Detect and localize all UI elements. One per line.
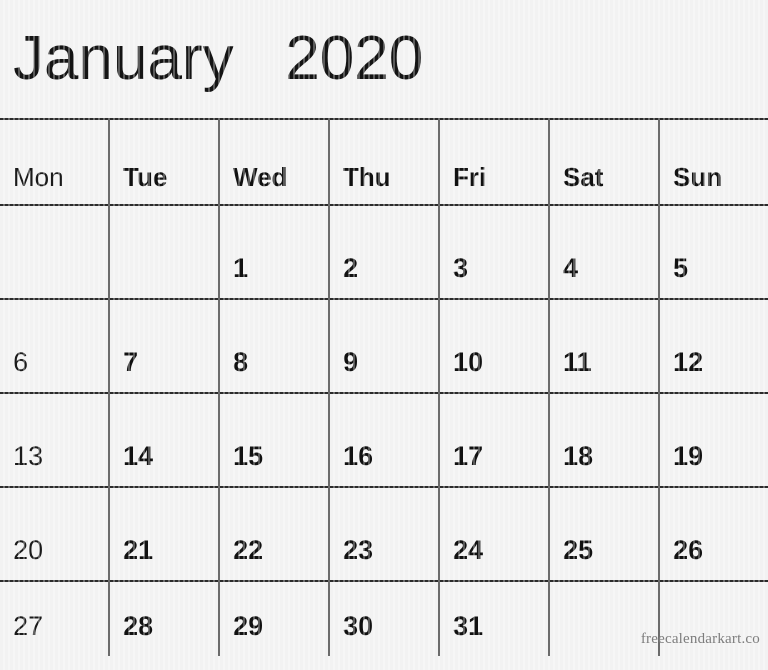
day-number: 27 — [13, 611, 44, 641]
page-title: January 2020 — [13, 24, 424, 93]
day-cell[interactable]: 10 — [440, 298, 550, 392]
day-number: 16 — [343, 441, 374, 471]
day-cell[interactable]: 9 — [330, 298, 440, 392]
weekday-header-tue: Tue — [110, 118, 220, 204]
day-cell[interactable]: 23 — [330, 486, 440, 580]
day-cell[interactable]: 8 — [220, 298, 330, 392]
day-cell[interactable]: 28 — [110, 580, 220, 656]
day-number: 5 — [673, 253, 689, 283]
day-cell[interactable]: 24 — [440, 486, 550, 580]
day-number: 7 — [123, 347, 139, 377]
site-watermark: freecalendarkart.co — [640, 631, 760, 647]
day-number: 18 — [563, 441, 594, 471]
day-cell[interactable]: 26 — [660, 486, 768, 580]
day-cell[interactable]: 4 — [550, 204, 660, 298]
day-number: 1 — [233, 253, 249, 283]
day-number: 21 — [123, 535, 154, 565]
day-number: 13 — [13, 441, 44, 471]
day-cell[interactable]: 20 — [0, 486, 110, 580]
day-number: 12 — [673, 347, 704, 377]
day-cell[interactable]: 27 — [0, 580, 110, 656]
weekday-header-thu: Thu — [330, 118, 440, 204]
day-number: 4 — [563, 253, 579, 283]
weekday-header-fri: Fri — [440, 118, 550, 204]
day-cell[interactable]: 18 — [550, 392, 660, 486]
weekday-header-label: Sat — [563, 162, 604, 192]
day-cell[interactable]: 7 — [110, 298, 220, 392]
day-cell[interactable] — [0, 204, 110, 298]
day-cell[interactable]: 11 — [550, 298, 660, 392]
weekday-header-label: Sun — [673, 162, 723, 192]
weekday-header-mon: Mon — [0, 118, 110, 204]
day-number: 28 — [123, 611, 154, 641]
day-number: 9 — [343, 347, 359, 377]
day-number: 8 — [233, 347, 249, 377]
weekday-header-sun: Sun — [660, 118, 768, 204]
day-cell[interactable]: 5 — [660, 204, 768, 298]
calendar-grid: Mon Tue Wed Thu Fri Sat Sun 1 2 3 4 5 6 … — [0, 118, 768, 656]
day-number: 30 — [343, 611, 374, 641]
day-number: 26 — [673, 535, 704, 565]
calendar-title-bar: January 2020 — [0, 0, 768, 118]
weekday-header-label: Fri — [453, 162, 487, 192]
day-number: 10 — [453, 347, 484, 377]
day-number: 22 — [233, 535, 264, 565]
day-number: 6 — [13, 347, 29, 377]
calendar-page: January 2020 Mon Tue Wed Thu Fri Sat Sun — [0, 0, 768, 670]
day-number: 24 — [453, 535, 484, 565]
day-cell[interactable]: 1 — [220, 204, 330, 298]
day-cell[interactable]: 15 — [220, 392, 330, 486]
day-number: 25 — [563, 535, 594, 565]
day-number: 2 — [343, 253, 359, 283]
day-number: 11 — [563, 347, 592, 377]
weekday-header-label: Mon — [13, 162, 64, 192]
day-cell[interactable]: 3 — [440, 204, 550, 298]
weekday-header-label: Tue — [123, 162, 168, 192]
day-number: 19 — [673, 441, 704, 471]
day-number: 15 — [233, 441, 264, 471]
day-number: 14 — [123, 441, 154, 471]
day-cell[interactable]: 30 — [330, 580, 440, 656]
day-number: 29 — [233, 611, 264, 641]
day-cell[interactable]: 22 — [220, 486, 330, 580]
day-cell[interactable]: 25 — [550, 486, 660, 580]
day-cell[interactable] — [110, 204, 220, 298]
day-cell[interactable]: 19 — [660, 392, 768, 486]
day-cell[interactable]: 12 — [660, 298, 768, 392]
day-cell[interactable]: 14 — [110, 392, 220, 486]
day-cell[interactable]: 6 — [0, 298, 110, 392]
day-cell[interactable]: 21 — [110, 486, 220, 580]
weekday-header-label: Wed — [233, 162, 288, 192]
day-cell[interactable]: 13 — [0, 392, 110, 486]
day-number: 31 — [453, 611, 484, 641]
weekday-header-sat: Sat — [550, 118, 660, 204]
day-number: 20 — [13, 535, 44, 565]
day-cell[interactable]: 31 — [440, 580, 550, 656]
weekday-header-label: Thu — [343, 162, 391, 192]
day-cell[interactable]: 2 — [330, 204, 440, 298]
day-cell[interactable]: 17 — [440, 392, 550, 486]
day-number: 23 — [343, 535, 374, 565]
weekday-header-wed: Wed — [220, 118, 330, 204]
day-cell[interactable]: 29 — [220, 580, 330, 656]
day-number: 17 — [453, 441, 484, 471]
day-number: 3 — [453, 253, 469, 283]
day-cell[interactable]: 16 — [330, 392, 440, 486]
